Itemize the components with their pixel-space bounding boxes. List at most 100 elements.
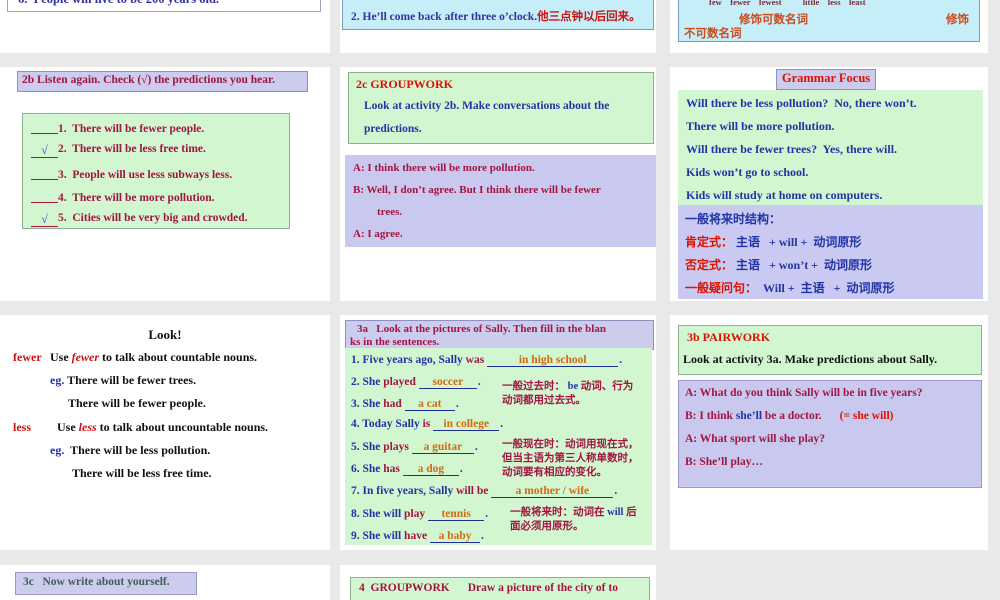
grammar-focus-title-box: Grammar Focus bbox=[776, 69, 876, 90]
look-title: Look! bbox=[148, 327, 182, 342]
answer-blank[interactable]: a cat bbox=[404, 398, 455, 411]
structure-row: 一般疑问句： Will + 主语 + 动词原形 bbox=[685, 281, 895, 295]
answer-blank[interactable]: a dog bbox=[402, 463, 459, 476]
checklist-item[interactable]: 4. There will be more pollution. bbox=[31, 189, 215, 204]
answer-blank[interactable]: in high school bbox=[487, 354, 619, 367]
grammar-line: Will there be less pollution? No, there … bbox=[686, 96, 917, 110]
activity-3c-box: 3c Now write about yourself. bbox=[15, 572, 197, 595]
structure-row: 否定式： 主语 + won’t + 动词原形 bbox=[685, 258, 873, 272]
grammar-line: Kids won’t go to school. bbox=[686, 165, 809, 179]
answer-blank[interactable]: a guitar bbox=[411, 441, 474, 454]
past-tense-note: 一般过去时： be 动词、行为 动词都用过去式。 bbox=[502, 381, 634, 406]
slide-few-little[interactable]: few fewer fewest little less least 修饰可数名… bbox=[670, 0, 988, 53]
future-tense-note: 一般将来时：动词在 will 后面必须用原形。 bbox=[510, 507, 637, 532]
example-line: eg. There will be fewer trees. bbox=[50, 373, 197, 387]
answer-blank[interactable]: soccer bbox=[418, 376, 477, 389]
slide-fewer-less-note[interactable]: Look! fewer Use fewer to talk about count… bbox=[0, 315, 330, 550]
fill-item[interactable]: 2. She played soccer. bbox=[351, 376, 481, 389]
fill-item[interactable]: 4. Today Sally is in college. bbox=[351, 418, 503, 431]
example-box: 2. He’ll come back after three o’clock.他… bbox=[342, 0, 654, 30]
checklist-item[interactable]: 3. People will use less subways less. bbox=[31, 166, 232, 181]
slide-predictions-6[interactable]: 6. People will live to be 200 years old. bbox=[0, 0, 330, 53]
example-line: eg. There will be less pollution. bbox=[50, 443, 211, 457]
answer-blank[interactable]: a baby bbox=[430, 530, 481, 543]
dialog-line: A: I think there will be more pollution. bbox=[353, 162, 535, 174]
task-line: Look at activity 2b. Make conversations … bbox=[364, 100, 610, 112]
slide-3b-pairwork[interactable]: 3b PAIRWORK Look at activity 3a. Make pr… bbox=[670, 315, 988, 550]
fill-item[interactable]: 3. She had a cat. bbox=[351, 398, 459, 411]
grammar-line: Kids will study at home on computers. bbox=[686, 188, 883, 202]
check-blank[interactable] bbox=[31, 120, 58, 134]
answer-blank[interactable]: tennis bbox=[428, 508, 485, 521]
example-line: There will be less free time. bbox=[72, 466, 212, 480]
chinese-translation: 他三点钟以后回来。 bbox=[537, 11, 641, 23]
task-line: predictions. bbox=[364, 123, 422, 135]
activity-3b-title: 3b PAIRWORK bbox=[687, 330, 771, 344]
check-blank[interactable] bbox=[31, 189, 58, 203]
less-rule-line: less Use less to talk about uncountable n… bbox=[13, 420, 269, 434]
dialog-line: B: She’ll play… bbox=[685, 456, 763, 468]
check-blank[interactable] bbox=[31, 166, 58, 180]
comparatives-box: few fewer fewest little less least 修饰可数名… bbox=[678, 0, 980, 42]
fill-item[interactable]: 9. She will have a baby. bbox=[351, 530, 484, 543]
fill-item[interactable]: 7. In five years, Sally will be a mother … bbox=[351, 485, 617, 498]
tense-structure-box: 一般将来时结构： 肯定式： 主语 + will + 动词原形 否定式： 主语 +… bbox=[678, 205, 983, 299]
grammar-focus-title: Grammar Focus bbox=[781, 71, 871, 85]
activity-3c-label: 3c Now write about yourself. bbox=[23, 576, 170, 588]
fill-item[interactable]: 5. She plays a guitar. bbox=[351, 441, 478, 454]
structure-row: 肯定式： 主语 + will + 动词原形 bbox=[685, 235, 862, 249]
slide-3a-fill-blanks[interactable]: 3a Look at the pictures of Sally. Then f… bbox=[340, 315, 656, 550]
activity-2b-header-box: 2b Listen again. Check (√) the predictio… bbox=[17, 71, 308, 92]
groupwork-task-box: 2c GROUPWORK Look at activity 2b. Make c… bbox=[348, 72, 654, 144]
comparative-forms-clipped: few fewer fewest little less least bbox=[709, 0, 866, 7]
slide-2b-listening[interactable]: 2b Listen again. Check (√) the predictio… bbox=[0, 67, 330, 301]
dialog-line: A: I agree. bbox=[353, 228, 403, 240]
grammar-examples-box: Will there be less pollution? No, there … bbox=[678, 90, 983, 205]
answer-blank[interactable]: a mother / wife bbox=[491, 485, 614, 498]
fill-item[interactable]: 6. She has a dog. bbox=[351, 463, 463, 476]
activity-3a-header: 3a Look at the pictures of Sally. Then f… bbox=[357, 323, 606, 335]
she-will-note: (= she will) bbox=[839, 410, 894, 422]
activity-4-box: 4 GROUPWORK Draw a picture of the city of… bbox=[350, 577, 650, 600]
example-sentence: 2. He’ll come back after three o’clock.他… bbox=[351, 11, 641, 23]
slide-grammar-focus[interactable]: Grammar Focus Will there be less polluti… bbox=[670, 67, 988, 301]
task-line: Look at activity 3a. Make predictions ab… bbox=[683, 352, 938, 366]
grammar-line: There will be more pollution. bbox=[686, 119, 835, 133]
checklist-item[interactable]: √ 5. Cities will be very big and crowded. bbox=[31, 212, 248, 227]
pairwork-task-box: 3b PAIRWORK Look at activity 3a. Make pr… bbox=[678, 325, 982, 375]
slide-will-example[interactable]: 2. He’ll come back after three o’clock.他… bbox=[340, 0, 656, 53]
activity-4-label: 4 GROUPWORK Draw a picture of the city of… bbox=[359, 582, 618, 594]
dialog-line: trees. bbox=[377, 206, 403, 218]
pairwork-dialog-box: A: What do you think Sally will be in fi… bbox=[678, 380, 982, 488]
example-line: There will be fewer people. bbox=[68, 396, 206, 410]
slide-3c-write[interactable]: 3c Now write about yourself. bbox=[0, 565, 330, 600]
predictions-checklist-box: 1. There will be fewer people. √ 2. There… bbox=[22, 113, 290, 229]
answer-blank[interactable]: in college bbox=[433, 418, 500, 431]
activity-3a-header-box: 3a Look at the pictures of Sally. Then f… bbox=[345, 320, 654, 350]
activity-3a-header: ks in the sentences. bbox=[350, 336, 440, 348]
check-blank[interactable]: √ bbox=[31, 213, 58, 227]
present-tense-note: 一般现在时：动词用现在式， 但当主语为第三人称单数时， 动词要有相应的变化。 bbox=[502, 439, 639, 478]
fill-item[interactable]: 1. Five years ago, Sally was in high scho… bbox=[351, 354, 622, 367]
slide-2c-groupwork[interactable]: 2c GROUPWORK Look at activity 2b. Make c… bbox=[340, 67, 656, 301]
fill-blanks-box: 1. Five years ago, Sally was in high scho… bbox=[345, 348, 652, 545]
prediction-sentence: 6. People will live to be 200 years old. bbox=[18, 0, 219, 7]
structure-intro: 一般将来时结构： bbox=[685, 212, 782, 226]
checklist-item[interactable]: 1. There will be fewer people. bbox=[31, 120, 204, 135]
uncountable-label: 不可数名词 bbox=[684, 28, 742, 40]
activity-2b-header: 2b Listen again. Check (√) the predictio… bbox=[22, 74, 275, 86]
modifies-label: 修饰 bbox=[946, 14, 969, 26]
dialog-line: A: What do you think Sally will be in fi… bbox=[685, 387, 923, 399]
fewer-rule-line: fewer Use fewer to talk about countable n… bbox=[13, 350, 258, 364]
dialog-line: B: I think she’ll be a doctor. (= she wil… bbox=[685, 410, 894, 422]
slide-sorter-grid: 6. People will live to be 200 years old.… bbox=[0, 0, 1000, 600]
fill-item[interactable]: 8. She will play tennis. bbox=[351, 508, 488, 521]
example-dialog-box: A: I think there will be more pollution.… bbox=[345, 155, 656, 247]
dialog-line: B: Well, I don’t agree. But I think ther… bbox=[353, 184, 601, 196]
slide-4-groupwork[interactable]: 4 GROUPWORK Draw a picture of the city of… bbox=[340, 565, 656, 600]
grammar-line: Will there be fewer trees? Yes, there wi… bbox=[686, 142, 898, 156]
sentence-box: 6. People will live to be 200 years old. bbox=[7, 0, 321, 12]
dialog-line: A: What sport will she play? bbox=[685, 433, 826, 445]
checklist-item[interactable]: √ 2. There will be less free time. bbox=[31, 143, 206, 158]
check-blank[interactable]: √ bbox=[31, 144, 58, 158]
